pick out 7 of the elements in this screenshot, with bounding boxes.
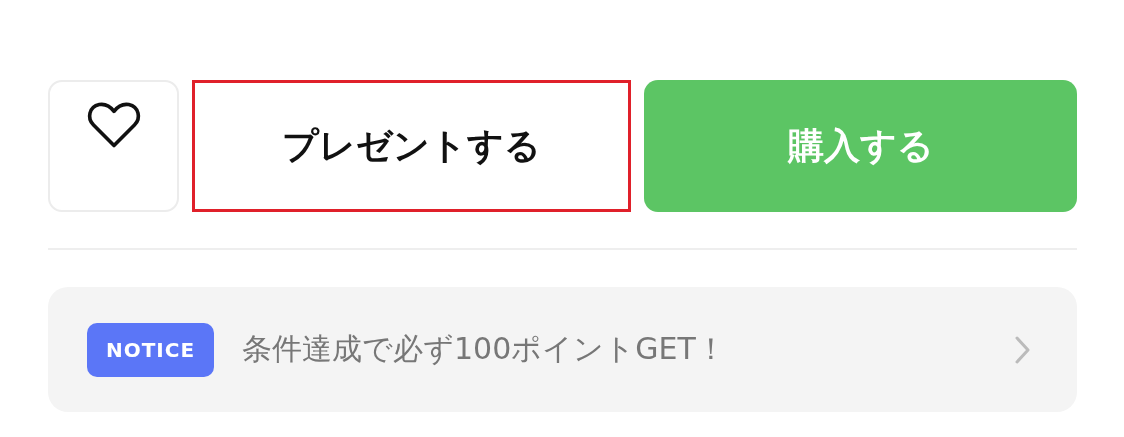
buy-button[interactable]: 購入する: [644, 80, 1077, 212]
notice-badge: NOTICE: [87, 322, 214, 377]
notice-banner[interactable]: NOTICE 条件達成で必ず100ポイントGET！: [48, 287, 1077, 412]
favorite-button[interactable]: [48, 80, 179, 212]
present-button[interactable]: プレゼントする: [192, 80, 631, 212]
notice-text: 条件達成で必ず100ポイントGET！: [242, 330, 727, 368]
chevron-right-icon: [1015, 335, 1031, 364]
